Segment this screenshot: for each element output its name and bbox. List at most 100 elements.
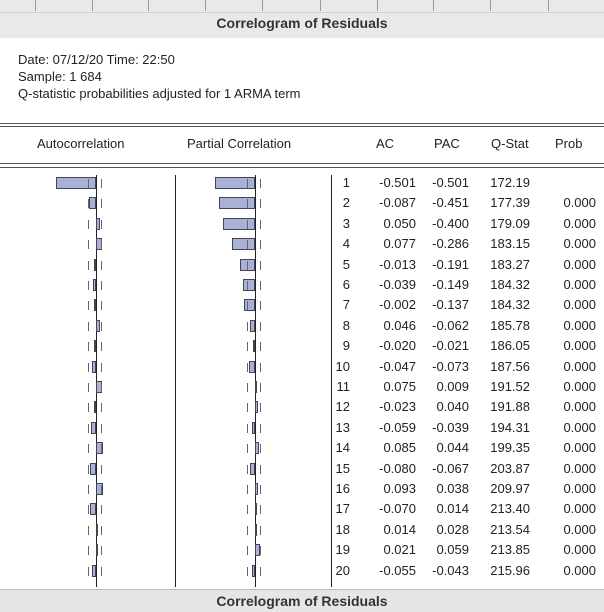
pac-value: -0.501 [432,175,469,190]
ac-bar [91,564,96,577]
pac-bound-marker [260,525,261,535]
ac-bound-marker [88,199,89,209]
pac-value: 0.038 [436,481,469,496]
pac-value: -0.073 [432,358,469,374]
prob-value: 0.000 [563,256,596,272]
header-divider-top [0,123,604,124]
ac-value: 0.093 [383,481,416,496]
ac-bar [96,483,104,495]
prob-value: 0.000 [563,236,596,252]
pac-bound-marker [247,383,248,392]
pac-bound-marker [260,260,261,270]
ac-value: 0.046 [383,317,416,333]
window-title: Correlogram of Residuals [216,15,388,31]
pac-bar [232,238,255,251]
lag-value: 5 [342,256,350,272]
ac-bound-marker [88,321,89,331]
ac-bound-marker [88,260,89,270]
ac-bound-marker [101,566,102,576]
pac-bound-marker [260,219,261,229]
qstat-value: 184.32 [490,277,530,292]
ac-bound-marker [101,403,102,413]
pac-bound-marker [247,485,248,494]
pac-bound-marker [260,321,261,331]
pac-bound-marker [260,505,261,515]
ac-value: -0.070 [379,501,416,517]
pac-bound-marker [260,403,261,413]
ac-bar [90,503,96,516]
pac-bar [244,299,255,312]
ac-bound-marker [88,464,89,474]
sample-line: Sample: 1 684 [18,69,102,84]
pac-bar [253,340,255,353]
ac-value: 0.077 [383,236,416,252]
header-divider-top-2 [0,126,604,127]
lag-value: 12 [335,399,350,415]
pac-bound-marker [247,199,248,209]
ac-value: -0.023 [379,399,416,415]
prob-value: 0.000 [563,317,596,333]
output-info: Date: 07/12/20 Time: 22:50 Sample: 1 684… [18,51,301,102]
header-divider-bottom [0,163,604,164]
pac-bound-marker [260,199,261,209]
prob-value: 0.000 [563,297,596,313]
ac-bound-marker [88,362,89,372]
pac-bound-marker [260,485,261,494]
ac-bar [55,177,96,189]
qstat-value: 172.19 [490,175,530,190]
ac-bar [96,544,98,557]
pac-bar [249,360,255,373]
lag-value: 8 [342,317,350,333]
prob-value: 0.000 [563,542,596,558]
pac-value: -0.137 [432,297,469,313]
pac-bound-marker [247,179,248,188]
pac-bound-marker [260,179,261,188]
qstat-value: 186.05 [490,338,530,354]
pac-value: -0.286 [432,236,469,252]
prob-value: 0.000 [563,399,596,415]
ac-bar [94,299,96,312]
ac-bound-marker [88,546,89,556]
ac-value: -0.002 [379,297,416,313]
ac-bound-marker [88,301,89,311]
qstat-value: 215.96 [490,562,530,578]
ac-bound-marker [101,485,102,494]
prob-value: 0.000 [563,358,596,374]
qstat-value: 177.39 [490,195,530,211]
ac-bound-marker [88,281,89,290]
pac-bound-marker [247,342,248,352]
prob-value: 0.000 [563,379,596,394]
pac-bound-marker [247,301,248,311]
ac-bound-marker [88,444,89,454]
ac-bound-marker [101,321,102,331]
ac-bound-marker [101,281,102,290]
lag-value: 19 [335,542,350,558]
ac-value: -0.039 [379,277,416,292]
adjustment-note: Q-statistic probabilities adjusted for 1… [18,86,301,101]
pac-bound-marker [260,240,261,250]
ac-bar [96,319,100,332]
qstat-value: 199.35 [490,440,530,456]
pac-bar [243,279,255,291]
ac-bound-marker [88,423,89,433]
ac-bound-marker [88,403,89,413]
ac-bound-marker [101,525,102,535]
pac-bound-marker [260,342,261,352]
pac-bound-marker [247,566,248,576]
table-numbers-border [331,175,332,587]
ac-bound-marker [101,505,102,515]
pac-value: -0.062 [432,317,469,333]
pac-bar [255,381,257,393]
date-time-line: Date: 07/12/20 Time: 22:50 [18,52,175,67]
qstat-value: 183.15 [490,236,530,252]
ac-bound-marker [88,383,89,392]
ac-bound-marker [101,179,102,188]
lag-value: 3 [342,215,350,231]
pac-bound-marker [247,240,248,250]
lag-value: 15 [335,460,350,476]
qstat-value: 183.27 [490,256,530,272]
prob-value: 0.000 [563,521,596,537]
pac-bar [255,483,259,495]
pac-bound-marker [247,423,248,433]
lag-value: 16 [335,481,350,496]
